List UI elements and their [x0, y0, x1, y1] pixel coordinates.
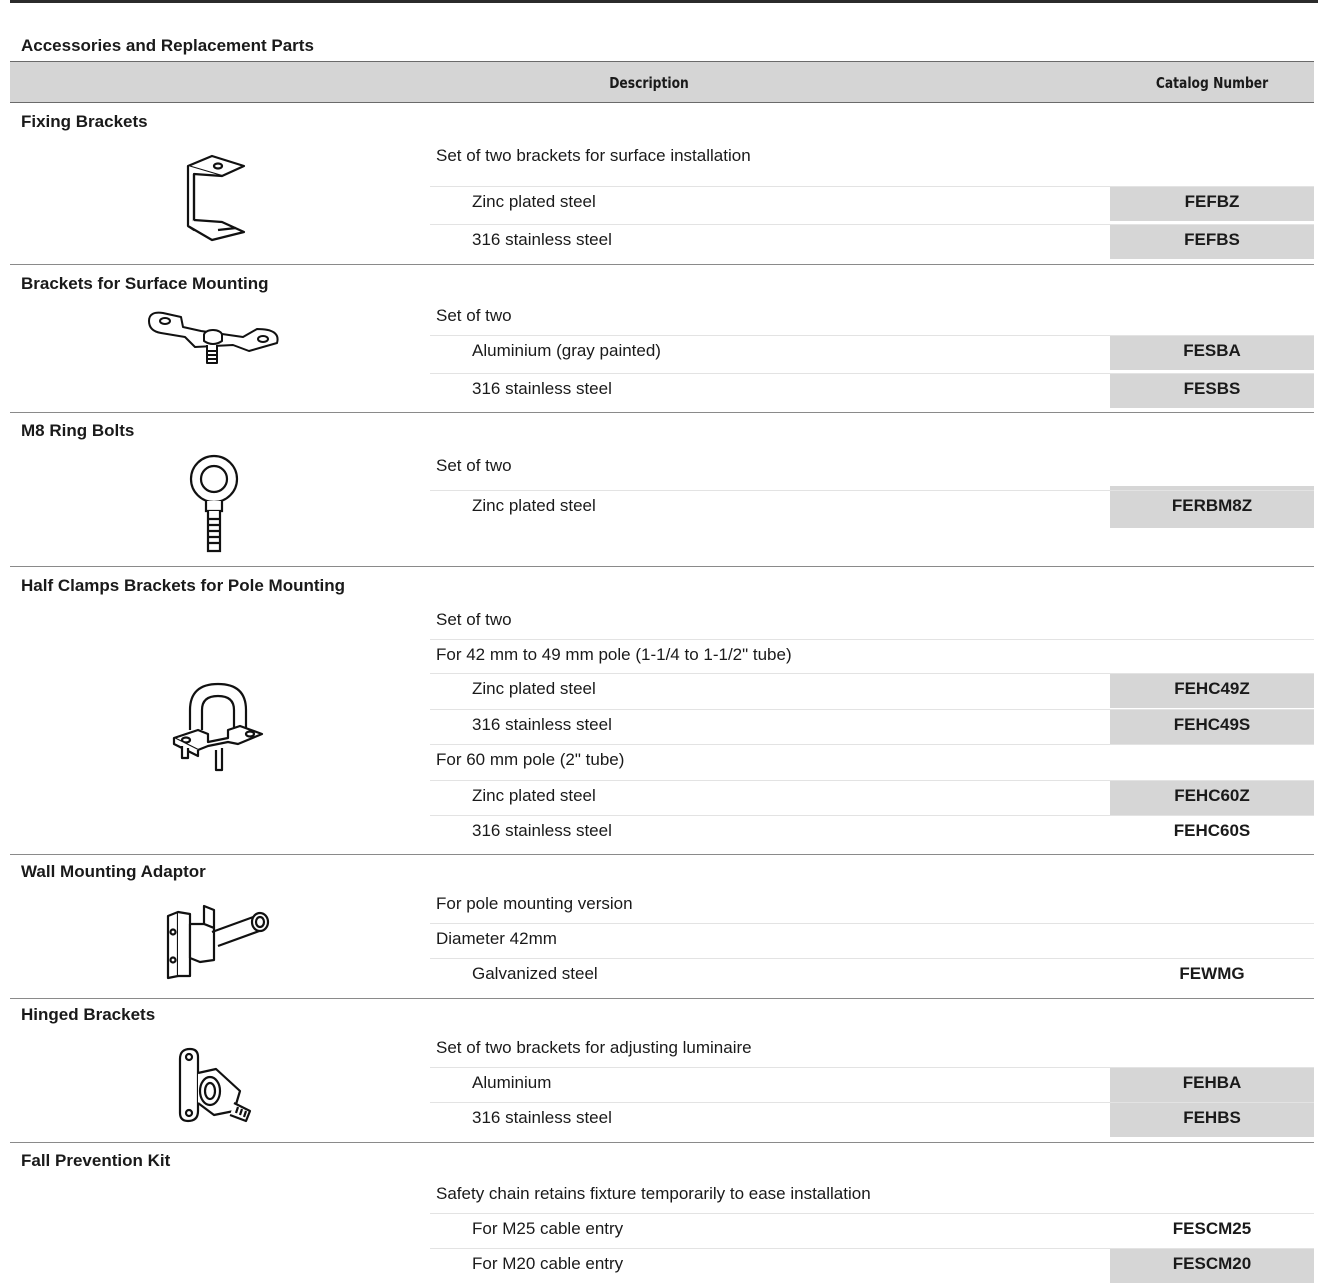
row-divider	[430, 373, 1314, 374]
row-divider	[430, 1067, 1314, 1068]
column-header-catalog-number: Catalog Number	[1155, 74, 1269, 92]
wall-adaptor-icon	[166, 904, 270, 980]
description-text: Diameter 42mm	[436, 929, 557, 948]
column-header-description: Description	[609, 74, 689, 92]
description-text: Set of two	[436, 306, 512, 325]
description-text: Zinc plated steel	[472, 192, 596, 211]
catalog-number: FEFBZ	[1184, 192, 1240, 211]
row-divider	[430, 1213, 1314, 1214]
description-text: Aluminium (gray painted)	[472, 341, 661, 360]
section-title: Fixing Brackets	[21, 112, 148, 131]
fixing-bracket-icon	[186, 154, 246, 242]
hinged-bracket-icon	[178, 1047, 252, 1123]
row-divider	[430, 744, 1314, 745]
section-divider	[10, 854, 1314, 855]
catalog-number: FEHC49S	[1173, 715, 1251, 734]
row-divider	[430, 673, 1314, 674]
description-text: Zinc plated steel	[472, 679, 596, 698]
description-text: Set of two	[436, 610, 512, 629]
catalog-number: FESBS	[1183, 379, 1241, 398]
section-title: M8 Ring Bolts	[21, 421, 135, 440]
row-divider	[430, 1102, 1314, 1103]
row-divider	[430, 1248, 1314, 1249]
description-text: For 42 mm to 49 mm pole (1-1/4 to 1-1/2"…	[436, 645, 792, 664]
description-text: 316 stainless steel	[472, 1108, 612, 1127]
description-text: Safety chain retains fixture temporarily…	[436, 1184, 871, 1203]
pole-clamp-icon	[172, 682, 264, 772]
description-text: 316 stainless steel	[472, 379, 612, 398]
section-divider	[10, 566, 1314, 567]
section-title: Brackets for Surface Mounting	[21, 274, 269, 293]
section-title: Hinged Brackets	[21, 1005, 156, 1024]
top-rule	[10, 0, 1318, 3]
catalog-number: FESBA	[1183, 341, 1241, 360]
header-bottom-rule	[10, 102, 1314, 103]
catalog-number: FESCM20	[1172, 1254, 1252, 1273]
section-divider	[10, 412, 1314, 413]
row-divider	[430, 335, 1314, 336]
row-divider	[430, 923, 1314, 924]
row-divider	[430, 490, 1314, 491]
catalog-number: FEHC60Z	[1174, 786, 1250, 805]
row-divider	[430, 815, 1314, 816]
description-text: Galvanized steel	[472, 964, 598, 983]
description-text: Set of two	[436, 456, 512, 475]
catalog-number: FEHC60S	[1173, 821, 1251, 840]
description-text: For M20 cable entry	[472, 1254, 624, 1273]
section-title: Half Clamps Brackets for Pole Mounting	[21, 576, 345, 595]
description-text: Aluminium	[472, 1073, 552, 1092]
catalog-number: FERBM8Z	[1171, 496, 1253, 515]
row-divider	[430, 709, 1314, 710]
description-text: 316 stainless steel	[472, 821, 612, 840]
description-text: For pole mounting version	[436, 894, 633, 913]
catalog-number: FEHBA	[1182, 1073, 1242, 1092]
catalog-number: FEHBS	[1183, 1108, 1241, 1127]
ring-bolt-icon	[189, 454, 239, 553]
catalog-number: FEHC49Z	[1174, 679, 1250, 698]
catalog-number: FESCM25	[1172, 1219, 1252, 1238]
description-text: 316 stainless steel	[472, 230, 612, 249]
row-divider	[430, 186, 1314, 187]
section-title: Wall Mounting Adaptor	[21, 862, 206, 881]
description-text: For 60 mm pole (2" tube)	[436, 750, 625, 769]
page-title: Accessories and Replacement Parts	[21, 36, 314, 55]
surface-bracket-icon	[148, 311, 279, 364]
section-title: Fall Prevention Kit	[21, 1151, 171, 1170]
row-divider	[430, 958, 1314, 959]
row-divider	[430, 639, 1314, 640]
description-text: 316 stainless steel	[472, 715, 612, 734]
section-divider	[10, 264, 1314, 265]
description-text: Zinc plated steel	[472, 496, 596, 515]
description-text: Zinc plated steel	[472, 786, 596, 805]
description-text: For M25 cable entry	[472, 1219, 624, 1238]
section-divider	[10, 998, 1314, 999]
description-text: Set of two brackets for surface installa…	[436, 146, 751, 165]
section-divider	[10, 1142, 1314, 1143]
catalog-number: FEFBS	[1184, 230, 1240, 249]
description-text: Set of two brackets for adjusting lumina…	[436, 1038, 752, 1057]
row-divider	[430, 224, 1314, 225]
row-divider	[430, 780, 1314, 781]
catalog-number: FEWMG	[1179, 964, 1245, 983]
